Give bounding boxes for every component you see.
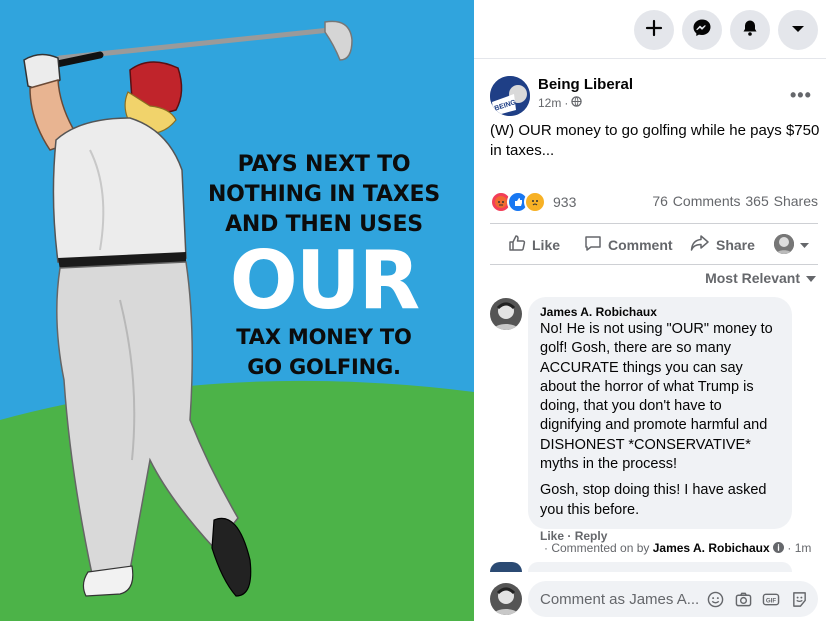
bell-icon: [741, 19, 759, 42]
caret-down-icon: [791, 21, 805, 39]
comment-icon: [584, 234, 602, 255]
reaction-count[interactable]: 933: [553, 194, 576, 210]
top-toolbar: [474, 0, 826, 59]
comment-time: · 1m: [787, 541, 812, 555]
sticker-icon[interactable]: [790, 590, 808, 608]
plus-icon: [645, 19, 663, 42]
page-avatar[interactable]: BEING: [490, 76, 530, 116]
user-avatar-small: [774, 234, 794, 254]
divider: [490, 264, 818, 265]
comment-input[interactable]: Comment as James A... GIF: [528, 581, 818, 617]
create-button[interactable]: [634, 10, 674, 50]
commented-on-prefix: · Commented on by: [544, 541, 650, 555]
headline-line: GO GOLFING.: [247, 355, 401, 379]
smiley-icon[interactable]: [706, 590, 724, 608]
commenter-avatar[interactable]: [490, 298, 522, 330]
next-comment-avatar: [490, 562, 522, 572]
like-button[interactable]: Like: [508, 234, 560, 255]
account-menu-button[interactable]: [778, 10, 818, 50]
commented-by-name[interactable]: James A. Robichaux: [653, 541, 770, 555]
comment-author[interactable]: James A. Robichaux: [540, 305, 780, 319]
headline-line: PAYS NEXT TO: [237, 152, 411, 177]
comment-sort-selector[interactable]: Most Relevant: [705, 270, 816, 286]
notifications-button[interactable]: [730, 10, 770, 50]
shares-count[interactable]: 365 Shares: [745, 193, 818, 209]
post-time[interactable]: 12m: [538, 96, 561, 110]
comment-paragraph: Gosh, stop doing this! I have asked you …: [540, 482, 767, 518]
next-comment-bubble: [528, 562, 792, 572]
messenger-icon: [692, 18, 712, 43]
caret-down-icon: [800, 236, 809, 252]
messenger-button[interactable]: [682, 10, 722, 50]
comment-button[interactable]: Comment: [584, 234, 673, 255]
composer-icons: GIF: [706, 590, 808, 608]
commented-on-by: · Commented on by James A. Robichaux · 1…: [544, 541, 811, 555]
caret-down-icon: [806, 270, 816, 286]
divider: [490, 223, 818, 224]
like-icon: [508, 234, 526, 255]
sad-reaction-icon: [524, 191, 546, 213]
headline-line: NOTHING IN TAXES: [207, 182, 441, 207]
reaction-summary[interactable]: 933: [490, 191, 576, 213]
like-label: Like: [532, 236, 561, 253]
share-label: Share: [716, 236, 755, 253]
gif-icon[interactable]: GIF: [762, 590, 780, 608]
engagement-counts: 76 Comments 365 Shares: [652, 193, 818, 209]
share-icon: [690, 234, 710, 255]
comment-placeholder: Comment as James A...: [540, 591, 700, 608]
image-headline: PAYS NEXT TO NOTHING IN TAXES AND THEN U…: [196, 150, 452, 382]
post-image[interactable]: PAYS NEXT TO NOTHING IN TAXES AND THEN U…: [0, 0, 474, 621]
globe-icon: [571, 96, 583, 110]
post-text: (W) OUR money to go golfing while he pay…: [490, 122, 820, 159]
comment-label: Comment: [608, 236, 673, 253]
comment-paragraph: No! He is not using "OUR" money to golf!…: [540, 321, 773, 473]
react-as-selector[interactable]: [774, 234, 809, 254]
user-avatar[interactable]: [490, 583, 522, 615]
post-author[interactable]: Being Liberal: [538, 76, 633, 93]
comment-text: No! He is not using "OUR" money to golf!…: [540, 320, 780, 520]
more-dots-icon[interactable]: •••: [790, 85, 812, 106]
sort-label: Most Relevant: [705, 270, 800, 286]
svg-text:GIF: GIF: [766, 597, 776, 604]
info-icon[interactable]: [773, 541, 785, 555]
headline-emphasis: OUR: [229, 234, 421, 327]
post-meta: 12m ·: [538, 96, 583, 110]
comment-bubble: James A. Robichaux No! He is not using "…: [528, 297, 792, 529]
camera-icon[interactable]: [734, 590, 752, 608]
comments-count[interactable]: 76 Comments: [652, 193, 740, 209]
post-panel: BEING Being Liberal 12m · ••• (W) OUR mo…: [474, 0, 826, 621]
share-button[interactable]: Share: [690, 234, 755, 255]
